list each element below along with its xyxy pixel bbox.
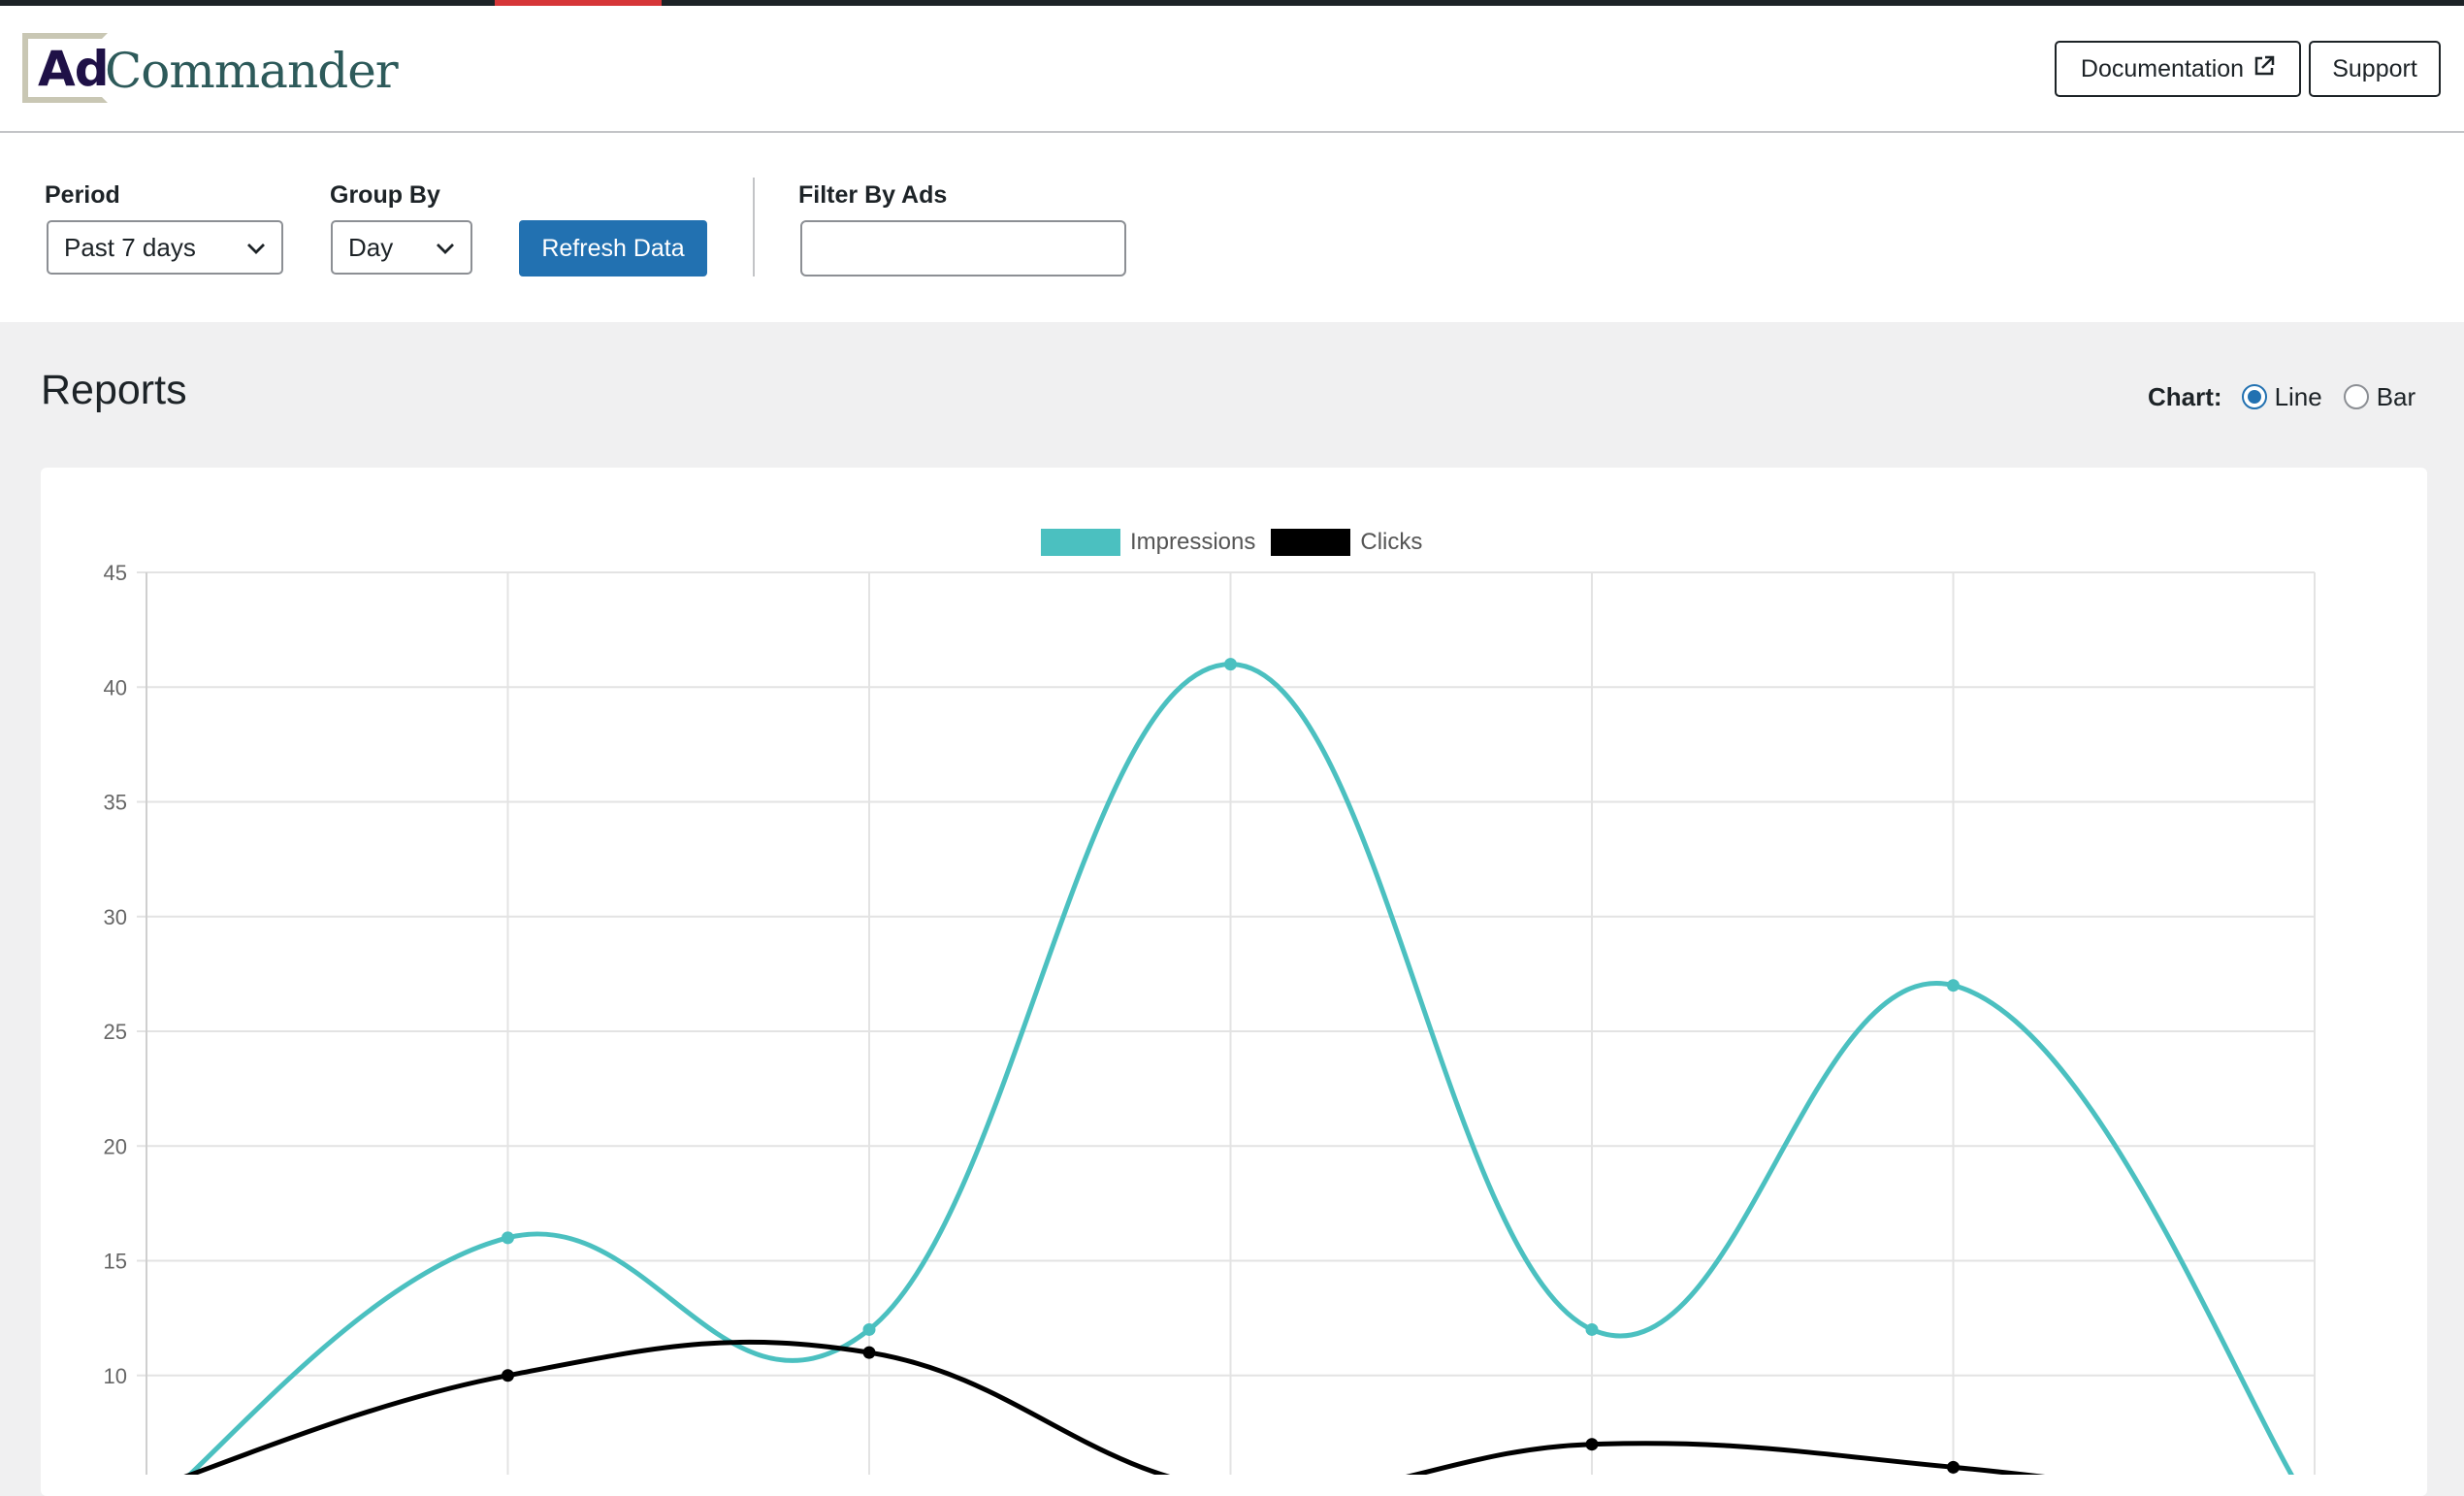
line-chart: 10 15 20 25 30 35 40 45: [104, 561, 2316, 1475]
y-tick-label: 40: [104, 675, 127, 699]
y-tick-label: 35: [104, 791, 127, 815]
data-point-clicks[interactable]: [1585, 1438, 1599, 1451]
data-point-impressions[interactable]: [1224, 658, 1237, 671]
data-point-impressions[interactable]: [1585, 1322, 1599, 1336]
y-tick-label: 20: [104, 1134, 127, 1158]
y-tick-label: 15: [104, 1250, 127, 1274]
data-point-clicks[interactable]: [862, 1346, 876, 1359]
data-point-impressions[interactable]: [502, 1231, 514, 1245]
data-point-impressions[interactable]: [862, 1322, 876, 1336]
y-tick-label: 30: [104, 905, 127, 929]
data-point-impressions[interactable]: [1947, 979, 1960, 992]
y-tick-label: 10: [104, 1364, 127, 1388]
data-point-clicks[interactable]: [502, 1369, 514, 1382]
y-tick-label: 45: [104, 561, 127, 585]
y-tick-label: 25: [104, 1020, 127, 1044]
data-point-clicks[interactable]: [1947, 1460, 1960, 1474]
